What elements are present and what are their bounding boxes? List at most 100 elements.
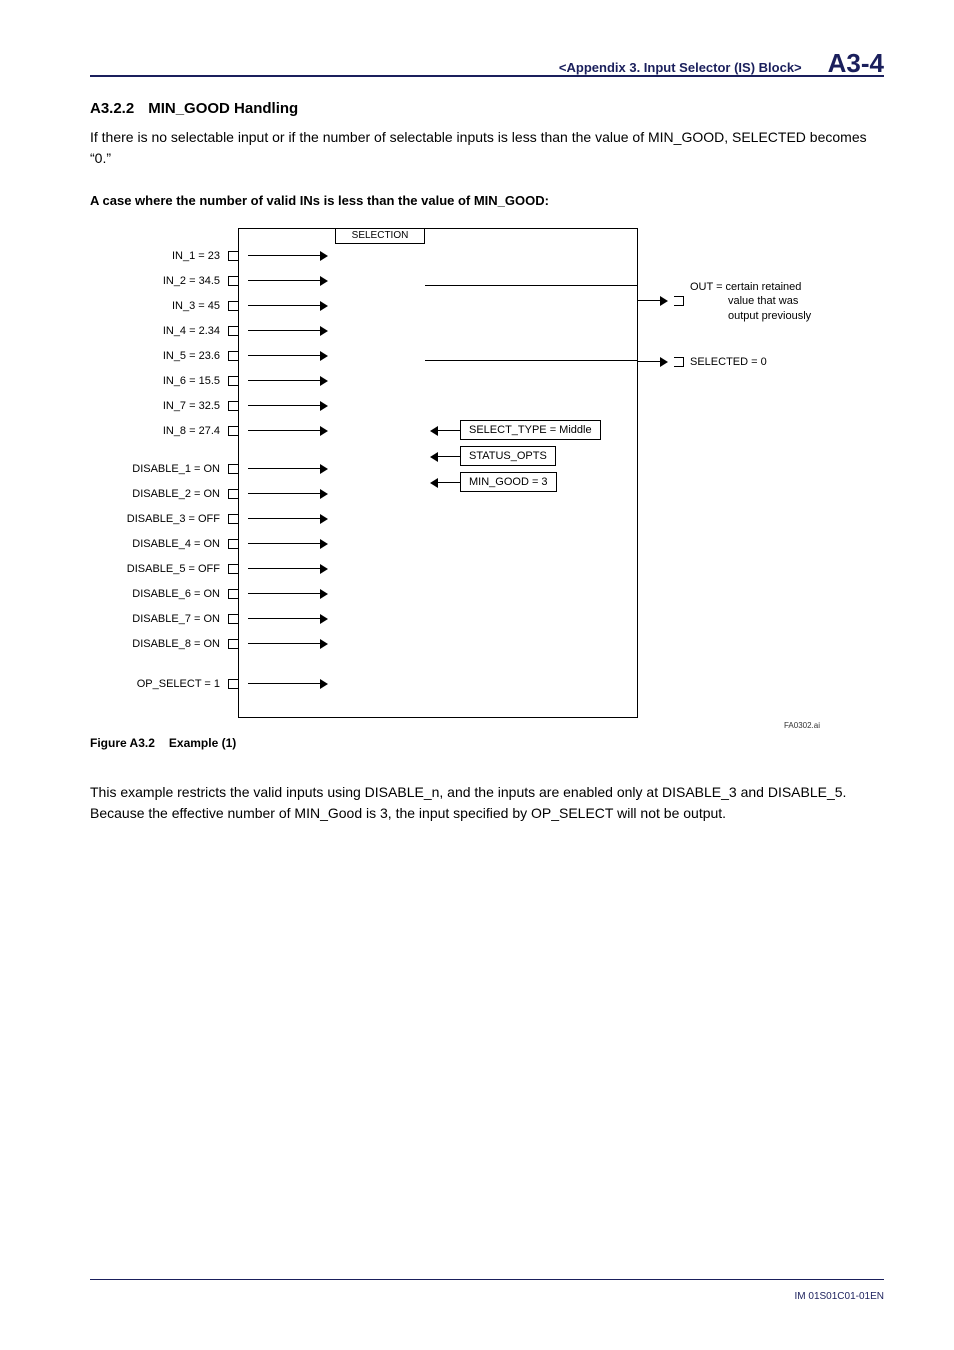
port-icon <box>228 614 238 624</box>
out-line2: value that was <box>690 294 798 308</box>
in-2-row: IN_2 = 34.5 <box>100 275 328 287</box>
disable-8-label: DISABLE_8 = ON <box>100 638 220 650</box>
disable-7-label: DISABLE_7 = ON <box>100 613 220 625</box>
footer-code: IM 01S01C01-01EN <box>795 1291 885 1302</box>
section-title: MIN_GOOD Handling <box>148 100 298 117</box>
port-icon <box>228 679 238 689</box>
out-line1: OUT = certain retained <box>690 281 801 293</box>
port-icon <box>228 326 238 336</box>
section-heading: A3.2.2 MIN_GOOD Handling <box>90 100 884 117</box>
port-icon <box>228 251 238 261</box>
disable-2-label: DISABLE_2 = ON <box>100 488 220 500</box>
min-good-param: MIN_GOOD = 3 <box>460 472 557 492</box>
port-icon <box>228 639 238 649</box>
arrow-icon <box>248 564 328 574</box>
port-icon <box>228 564 238 574</box>
disable-8-row: DISABLE_8 = ON <box>100 638 328 650</box>
op-select-row: OP_SELECT = 1 <box>100 678 328 690</box>
selected-row: SELECTED = 0 <box>638 355 767 369</box>
case-heading: A case where the number of valid INs is … <box>90 193 884 208</box>
port-icon <box>228 401 238 411</box>
arrow-icon <box>248 251 328 261</box>
block-diagram: SELECTION IN_1 = 23 IN_2 = 34.5 IN_3 = 4… <box>100 218 820 728</box>
port-icon <box>228 376 238 386</box>
figure-label: Figure A3.2 <box>90 736 155 750</box>
port-icon <box>228 589 238 599</box>
arrow-icon <box>248 326 328 336</box>
out-row: OUT = certain retained value that was ou… <box>638 280 811 323</box>
connector-line <box>425 285 638 286</box>
port-icon <box>228 464 238 474</box>
port-icon <box>674 357 684 367</box>
in-8-label: IN_8 = 27.4 <box>100 425 220 437</box>
arrow-icon <box>248 376 328 386</box>
arrow-icon <box>430 478 460 488</box>
port-icon <box>228 426 238 436</box>
chapter-title: <Appendix 3. Input Selector (IS) Block> <box>559 60 802 75</box>
content-area: A3.2.2 MIN_GOOD Handling If there is no s… <box>90 100 884 824</box>
footer-rule <box>90 1279 884 1280</box>
arrow-icon <box>248 276 328 286</box>
op-select-label: OP_SELECT = 1 <box>100 678 220 690</box>
disable-2-row: DISABLE_2 = ON <box>100 488 328 500</box>
in-7-row: IN_7 = 32.5 <box>100 400 328 412</box>
disable-5-label: DISABLE_5 = OFF <box>100 563 220 575</box>
arrow-icon <box>248 589 328 599</box>
disable-3-label: DISABLE_3 = OFF <box>100 513 220 525</box>
in-5-row: IN_5 = 23.6 <box>100 350 328 362</box>
figure-caption-text: Example (1) <box>169 736 236 750</box>
arrow-icon <box>248 614 328 624</box>
arrow-icon <box>248 679 328 689</box>
document-page: <Appendix 3. Input Selector (IS) Block> … <box>0 0 954 1350</box>
port-icon <box>228 351 238 361</box>
port-icon <box>228 301 238 311</box>
in-3-row: IN_3 = 45 <box>100 300 328 312</box>
connector-line <box>425 360 638 361</box>
selected-text: SELECTED = 0 <box>690 355 767 369</box>
figure-caption: Figure A3.2 Example (1) <box>90 736 884 750</box>
arrow-icon <box>248 489 328 499</box>
arrow-icon <box>248 426 328 436</box>
arrow-icon <box>248 639 328 649</box>
disable-4-row: DISABLE_4 = ON <box>100 538 328 550</box>
select-type-param: SELECT_TYPE = Middle <box>460 420 601 440</box>
port-icon <box>228 489 238 499</box>
port-icon <box>228 514 238 524</box>
arrow-icon <box>248 301 328 311</box>
disable-1-row: DISABLE_1 = ON <box>100 463 328 475</box>
arrow-icon <box>638 296 668 306</box>
disable-4-label: DISABLE_4 = ON <box>100 538 220 550</box>
arrow-icon <box>248 539 328 549</box>
disable-6-row: DISABLE_6 = ON <box>100 588 328 600</box>
disable-5-row: DISABLE_5 = OFF <box>100 563 328 575</box>
in-4-row: IN_4 = 2.34 <box>100 325 328 337</box>
disable-6-label: DISABLE_6 = ON <box>100 588 220 600</box>
in-1-label: IN_1 = 23 <box>100 250 220 262</box>
section-number: A3.2.2 <box>90 100 134 117</box>
selection-label: SELECTION <box>335 230 425 241</box>
in-1-row: IN_1 = 23 <box>100 250 328 262</box>
in-6-label: IN_6 = 15.5 <box>100 375 220 387</box>
disable-1-label: DISABLE_1 = ON <box>100 463 220 475</box>
in-2-label: IN_2 = 34.5 <box>100 275 220 287</box>
in-4-label: IN_4 = 2.34 <box>100 325 220 337</box>
in-3-label: IN_3 = 45 <box>100 300 220 312</box>
out-text: OUT = certain retained value that was ou… <box>690 280 811 323</box>
disable-7-row: DISABLE_7 = ON <box>100 613 328 625</box>
in-5-label: IN_5 = 23.6 <box>100 350 220 362</box>
arrow-icon <box>430 452 460 462</box>
status-opts-param: STATUS_OPTS <box>460 446 556 466</box>
arrow-icon <box>638 357 668 367</box>
arrow-icon <box>248 351 328 361</box>
arrow-icon <box>248 401 328 411</box>
port-icon <box>228 539 238 549</box>
arrow-icon <box>248 514 328 524</box>
diagram-source-id: FA0302.ai <box>784 721 820 730</box>
out-line3: output previously <box>690 309 811 323</box>
disable-3-row: DISABLE_3 = OFF <box>100 513 328 525</box>
arrow-icon <box>430 426 460 436</box>
closing-paragraph: This example restricts the valid inputs … <box>90 782 884 824</box>
in-6-row: IN_6 = 15.5 <box>100 375 328 387</box>
intro-paragraph: If there is no selectable input or if th… <box>90 127 884 169</box>
port-icon <box>674 296 684 306</box>
